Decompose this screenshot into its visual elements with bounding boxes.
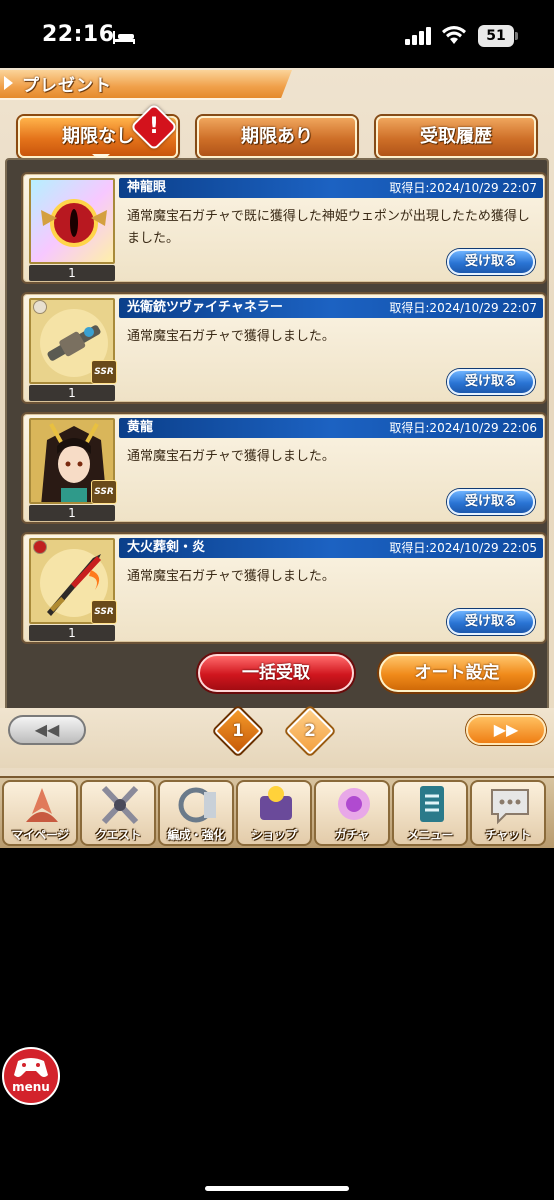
receive-button[interactable]: 受け取る	[447, 369, 535, 395]
menu-label: マイページ	[11, 828, 69, 842]
item-description: 通常魔宝石ガチャで獲得しました。	[127, 449, 335, 464]
gamepad-icon	[14, 1058, 48, 1077]
list-item: SSR 1 光衛銃ツヴァイチャネラー 取得日:2024/10/29 22:07 …	[21, 292, 547, 404]
menu-chat[interactable]: チャット	[470, 780, 546, 846]
item-quantity: 1	[29, 505, 115, 521]
item-name: 黄龍	[127, 420, 154, 435]
prev-page-button[interactable]: ◀◀	[8, 715, 86, 745]
item-name: 神龍眼	[127, 180, 167, 195]
receive-button[interactable]: 受け取る	[447, 249, 535, 275]
page-1-label: 1	[232, 721, 244, 741]
clock: 22:16	[42, 22, 115, 47]
present-list[interactable]: 1 神龍眼 取得日:2024/10/29 22:07 通常魔宝石ガチャで既に獲得…	[5, 158, 549, 718]
list-item: SSR 1 黄龍 取得日:2024/10/29 22:06 通常魔宝石ガチャで獲…	[21, 412, 547, 524]
menu-icon	[420, 786, 444, 822]
next-page-button[interactable]: ▶▶	[466, 715, 546, 745]
item-description: 通常魔宝石ガチャで獲得しました。	[127, 569, 335, 584]
menu-label: チャット	[485, 828, 531, 842]
item-date: 取得日:2024/10/29 22:06	[389, 421, 537, 435]
cellular-signal-icon	[405, 27, 431, 45]
item-quantity: 1	[29, 265, 115, 281]
menu-gacha[interactable]: ガチャ	[314, 780, 390, 846]
home-indicator[interactable]	[205, 1186, 349, 1191]
rarity-ssr-badge: SSR	[91, 480, 117, 504]
item-thumbnail-dragon-eye	[29, 178, 115, 264]
fire-element-icon	[33, 540, 47, 554]
rarity-ssr-badge: SSR	[91, 360, 117, 384]
menu-label: クエスト	[94, 828, 142, 842]
menu-shop[interactable]: ショップ	[236, 780, 312, 846]
wifi-icon	[442, 26, 466, 44]
rarity-ssr-badge: SSR	[91, 600, 117, 624]
battery-indicator: 51	[478, 25, 518, 47]
menu-label: メニュー	[406, 828, 454, 842]
menu-label: 編成・強化	[167, 828, 225, 842]
item-name: 光衛銃ツヴァイチャネラー	[127, 300, 283, 315]
page-title: プレゼント	[22, 76, 112, 96]
menu-label: ガチャ	[334, 828, 370, 842]
sleep-focus-icon	[113, 31, 135, 44]
auto-settings-button[interactable]: オート設定	[379, 654, 535, 692]
menu-menu[interactable]: メニュー	[392, 780, 468, 846]
shop-icon	[260, 786, 292, 820]
quest-icon	[101, 785, 139, 825]
menu-mypage[interactable]: マイページ	[2, 780, 78, 846]
status-bar: 22:16 51	[0, 0, 554, 68]
item-quantity: 1	[29, 625, 115, 641]
item-date: 取得日:2024/10/29 22:07	[389, 301, 537, 315]
game-screen: プレゼント 期限なし 期限あり 受取履歴 ! 1 神龍眼 取得日:2024/10…	[0, 68, 554, 848]
receive-button[interactable]: 受け取る	[447, 489, 535, 515]
menu-party[interactable]: 編成・強化	[158, 780, 234, 846]
page-2-label: 2	[304, 721, 316, 741]
tab-with-expiry[interactable]: 期限あり	[197, 116, 357, 158]
overlay-menu-button[interactable]: menu	[2, 1047, 60, 1105]
overlay-menu-label: menu	[12, 1080, 50, 1094]
item-date: 取得日:2024/10/29 22:07	[389, 181, 537, 195]
bulk-receive-button[interactable]: 一括受取	[198, 654, 354, 692]
title-arrow-icon	[4, 76, 13, 90]
item-description: 通常魔宝石ガチャで既に獲得した神姫ウェポンが出現したため獲得しました。	[127, 209, 530, 246]
mypage-icon	[26, 788, 58, 822]
receive-button[interactable]: 受け取る	[447, 609, 535, 635]
chat-icon	[491, 789, 529, 825]
alert-badge-mark: !	[148, 114, 160, 139]
party-icon	[178, 787, 216, 823]
item-quantity: 1	[29, 385, 115, 401]
menu-quest[interactable]: クエスト	[80, 780, 156, 846]
item-name: 大火葬剣・炎	[127, 540, 206, 555]
item-date: 取得日:2024/10/29 22:05	[389, 541, 537, 555]
list-item: SSR 1 大火葬剣・炎 取得日:2024/10/29 22:05 通常魔宝石ガ…	[21, 532, 547, 644]
item-description: 通常魔宝石ガチャで獲得しました。	[127, 329, 335, 344]
menu-label: ショップ	[250, 828, 298, 842]
tab-history[interactable]: 受取履歴	[376, 116, 536, 158]
dragon-eye-icon	[31, 180, 113, 262]
list-item: 1 神龍眼 取得日:2024/10/29 22:07 通常魔宝石ガチャで既に獲得…	[21, 172, 547, 284]
weapon-element-icon	[33, 300, 47, 314]
gacha-icon	[338, 788, 370, 820]
